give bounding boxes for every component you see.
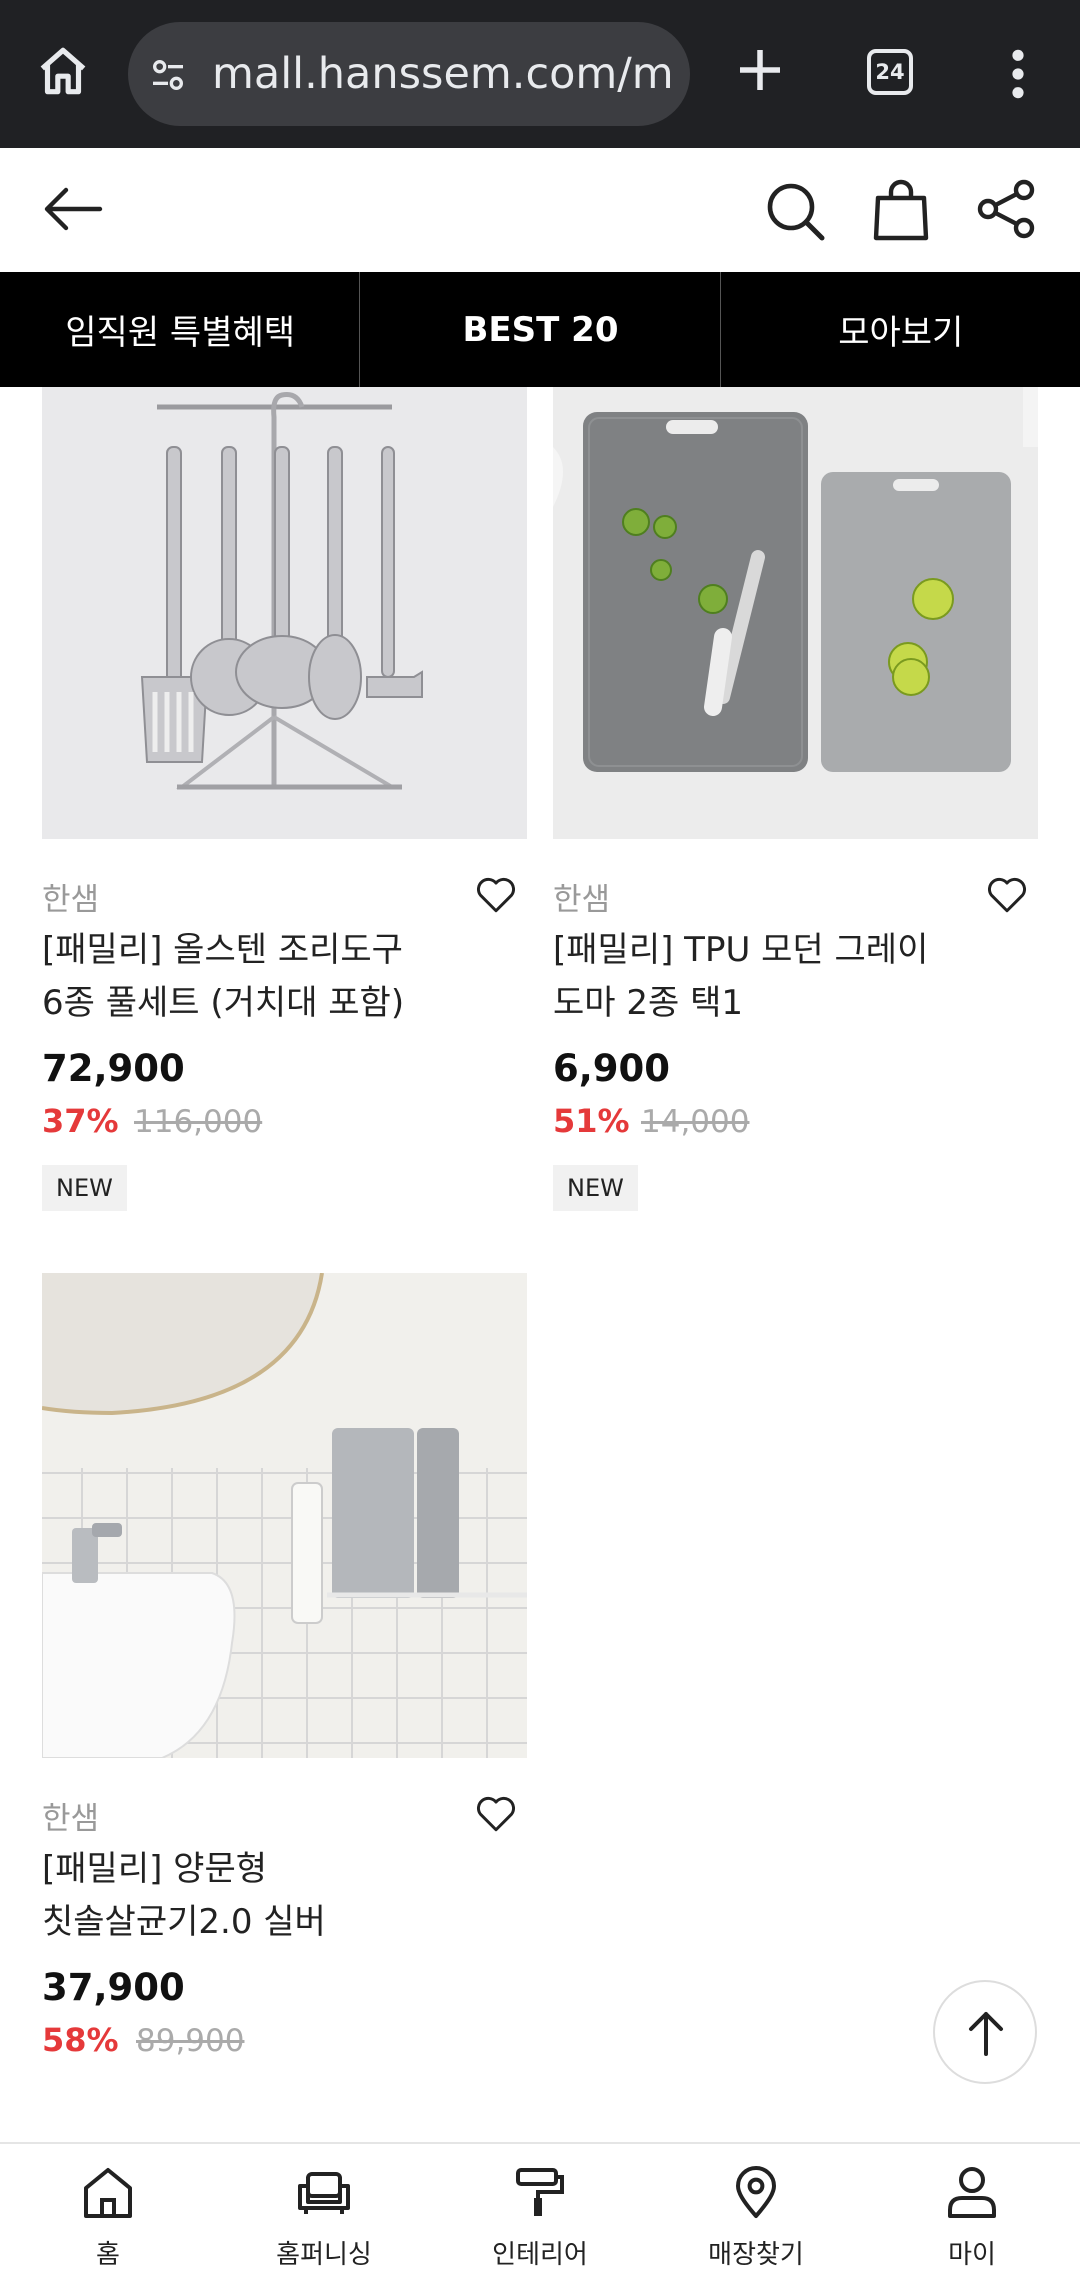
search-icon[interactable] [764, 180, 826, 242]
tab-employee-benefits[interactable]: 임직원 특별혜택 [0, 272, 361, 387]
product-price: 72,900 [42, 1047, 185, 1090]
product-card[interactable]: 한샘 [패밀리] TPU 모던 그레이 도마 2종 택1 6,900 51% 1… [553, 387, 1038, 1217]
new-badge: NEW [42, 1165, 127, 1211]
nav-item-interior[interactable]: 인테리어 [432, 2144, 648, 2284]
product-original-price: 89,900 [136, 2023, 245, 2059]
sofa-icon [298, 2172, 350, 2214]
back-arrow-icon[interactable] [42, 186, 104, 232]
nav-item-home[interactable]: 홈 [0, 2144, 216, 2284]
product-image[interactable] [42, 387, 527, 839]
product-card[interactable]: 한샘 [패밀리] 양문형 칫솔살균기2.0 실버 37,900 58% 89,9… [42, 1273, 527, 2073]
category-tabs: 임직원 특별혜택 BEST 20 모아보기 [0, 272, 1080, 387]
product-image[interactable] [553, 387, 1038, 839]
product-discount: 37% [42, 1102, 119, 1140]
share-icon[interactable] [976, 178, 1036, 240]
product-image[interactable] [42, 1273, 527, 1758]
product-brand: 한샘 [553, 882, 611, 918]
wishlist-heart-icon[interactable] [986, 875, 1028, 915]
wishlist-heart-icon[interactable] [475, 875, 517, 915]
product-discount: 58% [42, 2021, 119, 2059]
site-settings-icon[interactable] [148, 55, 188, 95]
product-price: 6,900 [553, 1047, 671, 1090]
nav-label: 홈 [96, 2240, 120, 2270]
product-brand: 한샘 [42, 1801, 100, 1837]
wishlist-heart-icon[interactable] [475, 1794, 517, 1834]
product-name-line1[interactable]: [패밀리] TPU 모던 그레이 [553, 924, 993, 977]
new-tab-icon[interactable] [730, 40, 790, 100]
product-original-price: 116,000 [134, 1104, 263, 1140]
nav-label: 인테리어 [492, 2240, 588, 2270]
paint-roller-icon [516, 2168, 564, 2216]
arrow-up-icon [969, 2012, 1003, 2056]
more-menu-icon[interactable] [1000, 46, 1036, 102]
product-name-line2[interactable]: 6종 풀세트 (거치대 포함) [42, 977, 482, 1030]
product-price: 37,900 [42, 1966, 185, 2009]
browser-home-icon[interactable] [32, 40, 94, 102]
product-name-line1[interactable]: [패밀리] 양문형 [42, 1843, 482, 1896]
nav-item-home-furnishing[interactable]: 홈퍼니싱 [216, 2144, 432, 2284]
browser-toolbar: mall.hanssem.com/m/ 24 [0, 0, 1080, 148]
product-name-line1[interactable]: [패밀리] 올스텐 조리도구 [42, 924, 482, 977]
shopping-bag-icon[interactable] [872, 176, 930, 242]
nav-item-my[interactable]: 마이 [864, 2144, 1080, 2284]
nav-label: 매장찾기 [708, 2240, 804, 2270]
person-icon [948, 2167, 996, 2218]
nav-label: 마이 [948, 2240, 996, 2270]
location-pin-icon [736, 2166, 776, 2218]
product-brand: 한샘 [42, 882, 100, 918]
home-icon [84, 2168, 132, 2218]
tab-view-all[interactable]: 모아보기 [720, 272, 1080, 387]
bottom-navigation: 홈 홈퍼니싱 인테리어 매장찾기 마이 [0, 2142, 1080, 2284]
product-discount: 51% [553, 1102, 630, 1140]
nav-item-find-store[interactable]: 매장찾기 [648, 2144, 864, 2284]
scroll-to-top-button[interactable] [933, 1980, 1037, 2084]
product-card[interactable]: 한샘 [패밀리] 올스텐 조리도구 6종 풀세트 (거치대 포함) 72,900… [42, 387, 527, 1217]
url-text: mall.hanssem.com/m/ [212, 49, 672, 99]
nav-label: 홈퍼니싱 [276, 2240, 372, 2270]
app-header [0, 148, 1080, 272]
tab-best-20[interactable]: BEST 20 [360, 272, 721, 387]
address-bar[interactable]: mall.hanssem.com/m/ [128, 22, 690, 126]
tab-switcher-button[interactable]: 24 [867, 49, 913, 95]
product-name-line2[interactable]: 칫솔살균기2.0 실버 [42, 1896, 482, 1949]
product-name-line2[interactable]: 도마 2종 택1 [553, 977, 993, 1030]
new-badge: NEW [553, 1165, 638, 1211]
product-original-price: 14,000 [641, 1104, 750, 1140]
